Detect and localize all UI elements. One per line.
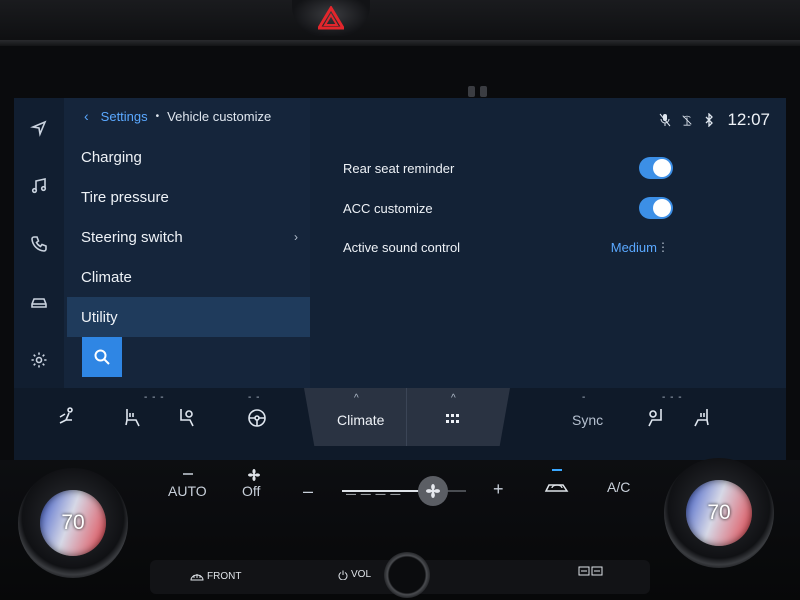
right-seat-vent-button[interactable] (640, 402, 670, 432)
right-temp-display: 70 (686, 480, 752, 546)
fan-off-button[interactable]: Off (242, 483, 260, 499)
front-label: FRONT (207, 571, 242, 582)
setting-row-active-sound-control: Active sound control Medium ⋮ (343, 236, 673, 258)
airflow-mode-button[interactable] (52, 402, 82, 432)
auto-indicator (183, 473, 193, 475)
sync-level: - (582, 392, 587, 403)
power-volume-button[interactable]: VOL (338, 569, 371, 580)
menu-item-label: Charging (81, 148, 142, 166)
breadcrumb: ‹ Settings • Vehicle customize (84, 108, 271, 124)
breadcrumb-current: Vehicle customize (167, 108, 272, 124)
phone-icon (31, 236, 47, 252)
menu-item-utility[interactable]: Utility (67, 297, 310, 337)
rear-seat-reminder-toggle[interactable] (639, 157, 673, 179)
apps-tab-caret: ^ (451, 393, 456, 404)
settings-detail-panel: 12:07 Rear seat reminder ACC customize A… (310, 98, 786, 388)
grid-icon[interactable] (446, 414, 460, 424)
menu-item-climate[interactable]: Climate (67, 257, 310, 297)
setting-label: Active sound control (343, 239, 461, 255)
left-seat-vent-button[interactable] (172, 402, 202, 432)
rear-defrost-icon (578, 566, 603, 576)
fan-speed-ticks: — — — — (346, 489, 402, 500)
auto-button[interactable]: AUTO (168, 483, 207, 499)
side-nav-rail (14, 98, 64, 388)
vol-label: VOL (351, 569, 372, 580)
steering-heat-icon (248, 409, 266, 427)
seat-heat-icon (125, 409, 140, 427)
navigation-icon (30, 120, 47, 137)
climate-tab-caret: ^ (354, 393, 359, 404)
vehicle-button[interactable] (25, 288, 53, 316)
fan-decrease-button[interactable]: – (303, 481, 313, 502)
nav-button[interactable] (25, 114, 53, 142)
right-temp-knob[interactable]: 70 (664, 458, 774, 568)
phone-button[interactable] (25, 230, 53, 258)
signal-off-icon (682, 115, 693, 126)
left-temp-knob[interactable]: 70 (18, 468, 128, 578)
setting-row-acc-customize: ACC customize (343, 197, 673, 219)
recirculation-indicator (552, 469, 562, 471)
infotainment-screen: ‹ Settings • Vehicle customize Charging … (14, 98, 786, 460)
menu-item-tire-pressure[interactable]: Tire pressure (67, 177, 310, 217)
fan-increase-button[interactable]: + (493, 479, 504, 500)
settings-menu: ‹ Settings • Vehicle customize Charging … (64, 98, 310, 388)
seat-heat-icon (694, 409, 709, 427)
music-icon (31, 178, 47, 194)
front-defrost-button[interactable]: FRONT (190, 571, 241, 582)
search-icon (94, 349, 110, 365)
fan-speed-handle[interactable] (418, 476, 448, 506)
search-button[interactable] (82, 337, 122, 377)
seat-vent-icon (648, 409, 662, 427)
power-icon (338, 570, 348, 580)
settings-button[interactable] (25, 346, 53, 374)
microphone-muted-icon (660, 113, 671, 127)
airflow-icon (59, 407, 73, 424)
dashboard-bezel (0, 0, 800, 46)
ac-button[interactable]: A/C (607, 479, 630, 495)
left-temp-value: 70 (61, 511, 85, 534)
recirculation-icon[interactable] (544, 479, 570, 495)
defrost-icon (190, 573, 204, 580)
right-seat-heater-button[interactable] (686, 402, 716, 432)
breadcrumb-parent[interactable]: Settings (101, 109, 148, 124)
menu-item-label: Climate (81, 268, 132, 286)
car-icon (31, 298, 47, 308)
sync-button[interactable]: Sync (572, 412, 603, 428)
breadcrumb-separator: • (155, 110, 160, 122)
menu-item-label: Steering switch (81, 228, 183, 246)
right-temp-value: 70 (707, 501, 731, 524)
setting-label: ACC customize (343, 200, 433, 216)
bluetooth-icon (705, 113, 714, 127)
left-temp-display: 70 (40, 490, 106, 556)
setting-row-rear-seat-reminder: Rear seat reminder (343, 157, 673, 179)
menu-item-label: Utility (81, 308, 118, 326)
clock: 12:07 (727, 110, 770, 129)
media-button[interactable] (25, 172, 53, 200)
fan-icon (248, 469, 260, 481)
volume-knob[interactable] (384, 552, 430, 598)
more-options-icon[interactable]: ⋮ (657, 240, 669, 254)
seat-vent-icon (180, 409, 194, 427)
acc-customize-toggle[interactable] (639, 197, 673, 219)
sensor-dots (468, 84, 498, 97)
climate-strip: - - - - - ^ Climate ^ - Sync - - - (14, 388, 786, 460)
steering-heater-button[interactable] (242, 402, 272, 432)
left-seat-heater-button[interactable] (118, 402, 148, 432)
setting-label: Rear seat reminder (343, 160, 455, 176)
active-sound-control-value[interactable]: Medium (611, 240, 657, 255)
gear-icon (31, 352, 47, 368)
back-button[interactable]: ‹ (84, 108, 89, 124)
tab-climate[interactable]: Climate (337, 412, 384, 428)
status-bar: 12:07 (659, 110, 770, 130)
chevron-right-icon: › (294, 230, 298, 244)
rear-defrost-button[interactable] (578, 566, 604, 576)
menu-item-steering-switch[interactable]: Steering switch › (67, 217, 310, 257)
fan-icon (426, 484, 440, 498)
menu-item-charging[interactable]: Charging (67, 137, 310, 177)
hazard-icon (318, 6, 344, 30)
menu-item-label: Tire pressure (81, 188, 169, 206)
tab-divider (406, 388, 407, 446)
climate-tabs (304, 388, 510, 446)
